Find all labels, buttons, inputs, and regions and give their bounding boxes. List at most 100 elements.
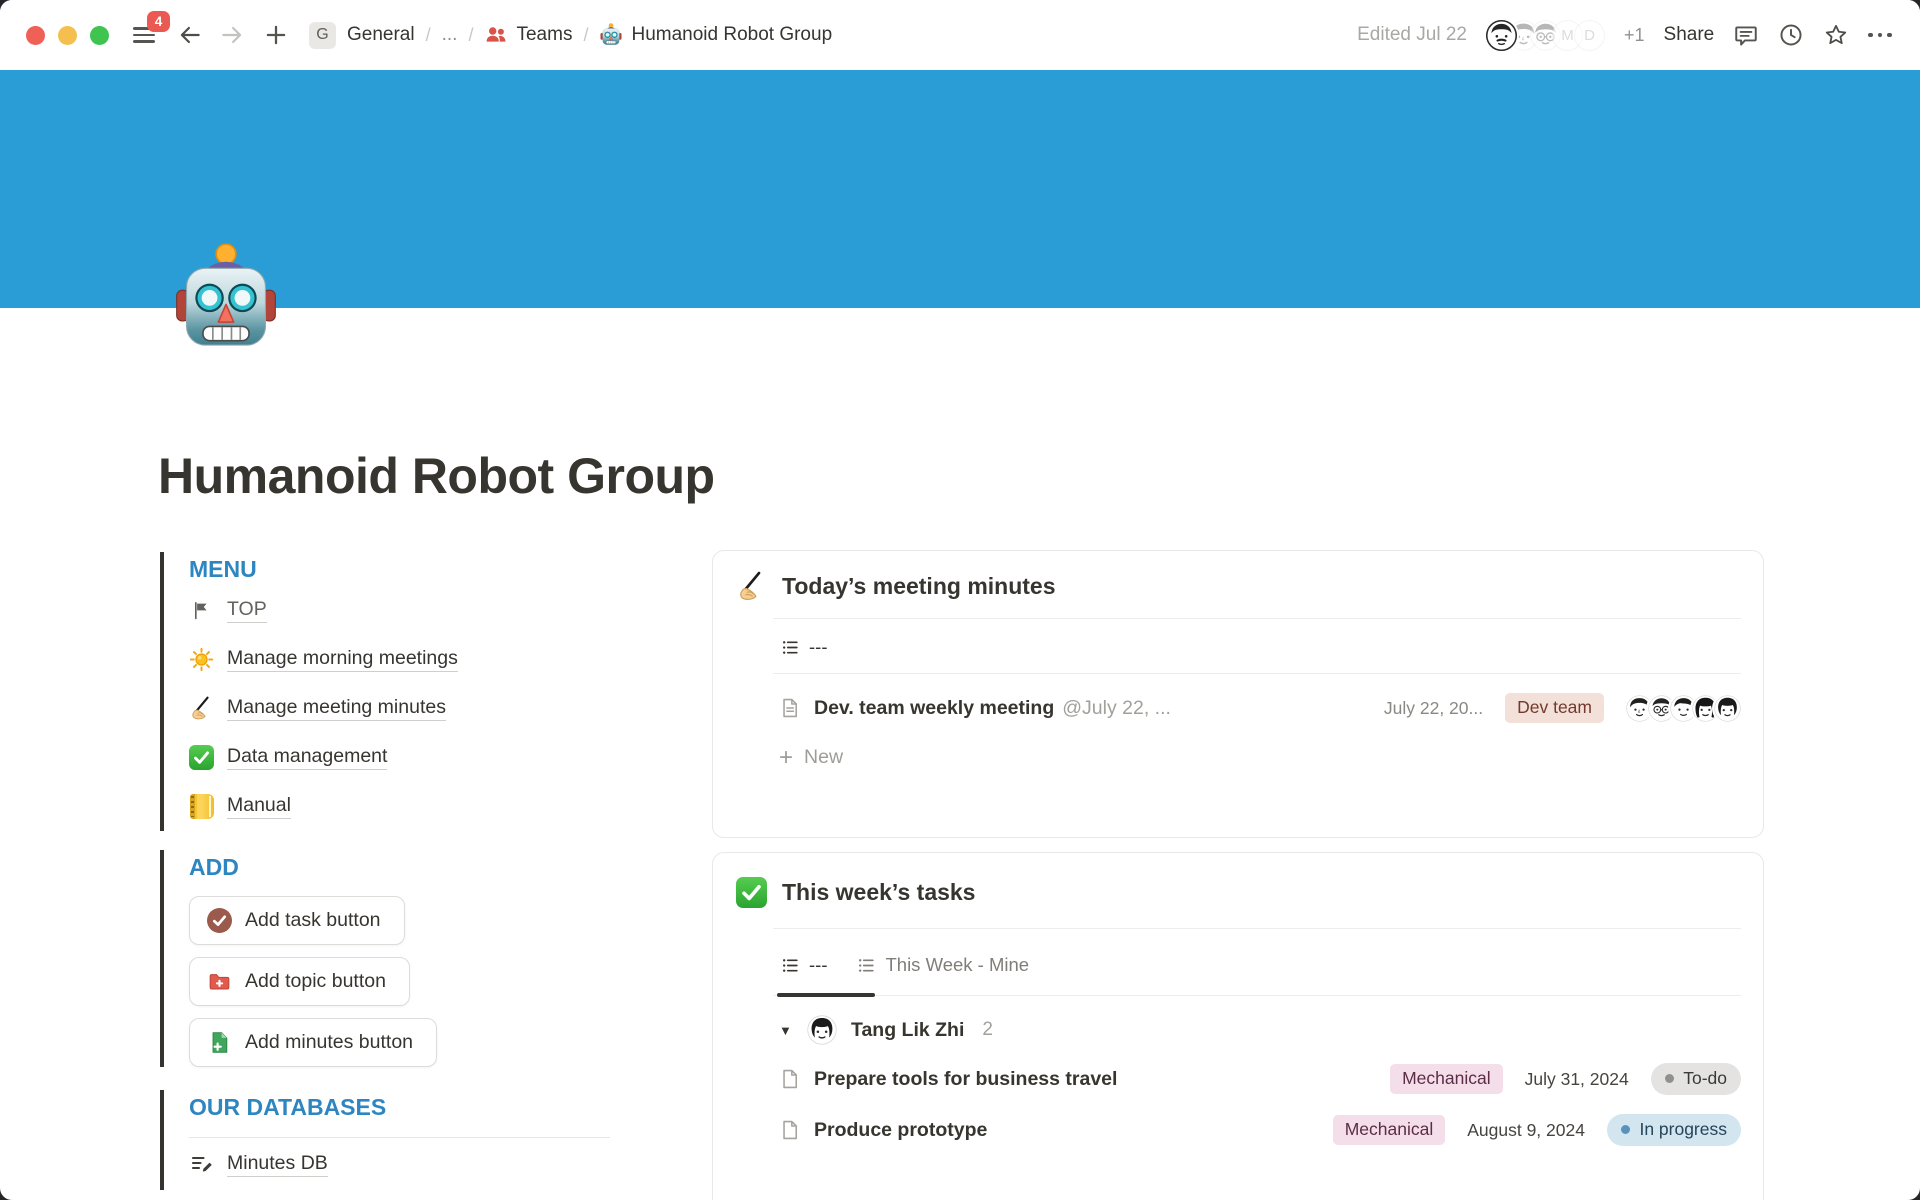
card-heading: Today’s meeting minutes — [713, 551, 1763, 618]
avatar — [1714, 695, 1741, 722]
avatar-overflow-count[interactable]: +1 — [1624, 25, 1645, 46]
database-link-label: Minutes DB — [227, 1152, 328, 1177]
row-properties: Mechanical August 9, 2024 In progress — [1333, 1114, 1741, 1146]
page-title: Humanoid Robot Group — [158, 446, 715, 506]
add-task-button[interactable]: Add task button — [189, 896, 405, 945]
status-badge: In progress — [1607, 1114, 1741, 1146]
add-minutes-label: Add minutes button — [245, 1031, 413, 1054]
breadcrumb-teams[interactable]: Teams — [484, 23, 572, 47]
breadcrumb-page-label: Humanoid Robot Group — [631, 24, 832, 46]
breadcrumb-teams-label: Teams — [516, 24, 572, 46]
titlebar: 4 G General / ... / Teams — [0, 0, 1920, 70]
due-date: August 9, 2024 — [1467, 1120, 1585, 1141]
check-box-icon — [736, 877, 767, 908]
share-button[interactable]: Share — [1664, 24, 1715, 46]
task-title: Prepare tools for business travel — [814, 1068, 1117, 1091]
sidebar-toggle-button[interactable]: 4 — [131, 22, 157, 48]
database-edit-icon — [189, 1152, 214, 1177]
menu-link-manual[interactable]: Manual — [189, 782, 458, 831]
breadcrumb-general[interactable]: General — [347, 24, 415, 46]
last-edited-label: Edited Jul 22 — [1357, 24, 1467, 46]
menu-link-label: Manage morning meetings — [227, 647, 458, 672]
add-heading: ADD — [189, 850, 437, 884]
databases-section: OUR DATABASES Minutes DB — [160, 1090, 610, 1190]
notification-badge: 4 — [147, 11, 170, 32]
ellipsis-icon — [1868, 33, 1873, 38]
status-badge: To-do — [1651, 1063, 1741, 1095]
status-dot — [1665, 1074, 1675, 1084]
active-tab-indicator — [777, 993, 875, 997]
breadcrumb-collapsed[interactable]: ... — [442, 24, 458, 46]
menu-link-top[interactable]: TOP — [189, 586, 458, 635]
favorite-button[interactable] — [1823, 22, 1849, 48]
comment-icon — [1733, 22, 1759, 48]
task-row[interactable]: Prepare tools for business travel Mechan… — [773, 1053, 1741, 1104]
plus-icon: + — [779, 748, 793, 768]
view-tabs: --- This Week - Mine — [773, 929, 1741, 996]
breadcrumb-separator: / — [426, 25, 431, 46]
collaborator-avatars[interactable]: M D — [1486, 20, 1605, 51]
workspace-chip[interactable]: G — [309, 22, 336, 49]
titlebar-actions: Edited Jul 22 M D +1 Share — [1357, 20, 1892, 51]
comments-button[interactable] — [1733, 22, 1759, 48]
menu-link-label: Manage meeting minutes — [227, 696, 446, 721]
add-minutes-button[interactable]: Add minutes button — [189, 1018, 437, 1067]
folder-plus-icon — [207, 969, 232, 994]
flag-icon — [189, 598, 214, 623]
close-window-button[interactable] — [26, 26, 45, 45]
page-icon — [779, 1119, 801, 1141]
collapse-toggle-icon[interactable]: ▼ — [779, 1023, 793, 1038]
minimize-window-button[interactable] — [58, 26, 77, 45]
menu-section: MENU TOP Manage morning meetings Manage … — [160, 552, 458, 831]
due-date: July 31, 2024 — [1525, 1069, 1629, 1090]
view-tab-label: --- — [809, 636, 827, 658]
weekly-tasks-card: This week’s tasks --- This Week - Mine ▼… — [712, 852, 1764, 1200]
new-tab-button[interactable] — [263, 22, 289, 48]
menu-link-meeting-minutes[interactable]: Manage meeting minutes — [189, 684, 458, 733]
more-options-button[interactable] — [1868, 33, 1892, 38]
clock-icon — [1778, 22, 1804, 48]
menu-link-label: Manual — [227, 794, 291, 819]
sun-icon — [189, 647, 214, 672]
back-button[interactable] — [177, 22, 203, 48]
menu-heading: MENU — [189, 552, 458, 586]
menu-link-data-management[interactable]: Data management — [189, 733, 458, 782]
meeting-title: Dev. team weekly meeting — [814, 697, 1054, 720]
plus-icon — [263, 22, 289, 48]
page-cover — [0, 70, 1920, 308]
view-tab-this-week-mine[interactable]: This Week - Mine — [857, 954, 1029, 976]
zoom-window-button[interactable] — [90, 26, 109, 45]
breadcrumb-current-page[interactable]: Humanoid Robot Group — [599, 23, 832, 47]
history-button[interactable] — [1778, 22, 1804, 48]
date-mention: @July 22, ... — [1062, 697, 1171, 720]
task-row[interactable]: Produce prototype Mechanical August 9, 2… — [773, 1104, 1741, 1155]
forward-button[interactable] — [219, 22, 245, 48]
star-icon — [1823, 22, 1849, 48]
ledger-icon — [189, 794, 214, 819]
view-tab-default[interactable]: --- — [781, 954, 827, 976]
check-circle-icon — [207, 908, 232, 933]
page-icon — [779, 1068, 801, 1090]
list-view-icon — [781, 638, 800, 657]
attendee-avatars — [1626, 695, 1741, 722]
status-label: In progress — [1639, 1119, 1727, 1140]
database-link-minutes-db[interactable]: Minutes DB — [189, 1138, 610, 1190]
card-title: This week’s tasks — [782, 879, 975, 906]
meeting-minutes-card: Today’s meeting minutes --- Dev. team we… — [712, 550, 1764, 838]
avatar-initial-d: D — [1574, 20, 1605, 51]
category-tag: Mechanical — [1390, 1064, 1503, 1094]
meeting-row[interactable]: Dev. team weekly meeting @July 22, ... J… — [773, 674, 1741, 729]
check-box-icon — [189, 745, 214, 770]
arrow-left-icon — [177, 22, 203, 48]
linked-database: --- This Week - Mine ▼ Tang Lik Zhi 2 Pr… — [773, 929, 1741, 1155]
meeting-date: July 22, 20... — [1384, 698, 1483, 719]
page-icon-robot[interactable] — [170, 242, 282, 356]
breadcrumb-separator: / — [468, 25, 473, 46]
view-tab-default[interactable]: --- — [781, 636, 827, 658]
menu-link-morning-meetings[interactable]: Manage morning meetings — [189, 635, 458, 684]
new-meeting-button[interactable]: + New — [773, 729, 1741, 769]
add-topic-button[interactable]: Add topic button — [189, 957, 410, 1006]
task-title: Produce prototype — [814, 1119, 987, 1142]
view-tabs: --- — [773, 619, 1741, 674]
new-label: New — [804, 746, 843, 769]
